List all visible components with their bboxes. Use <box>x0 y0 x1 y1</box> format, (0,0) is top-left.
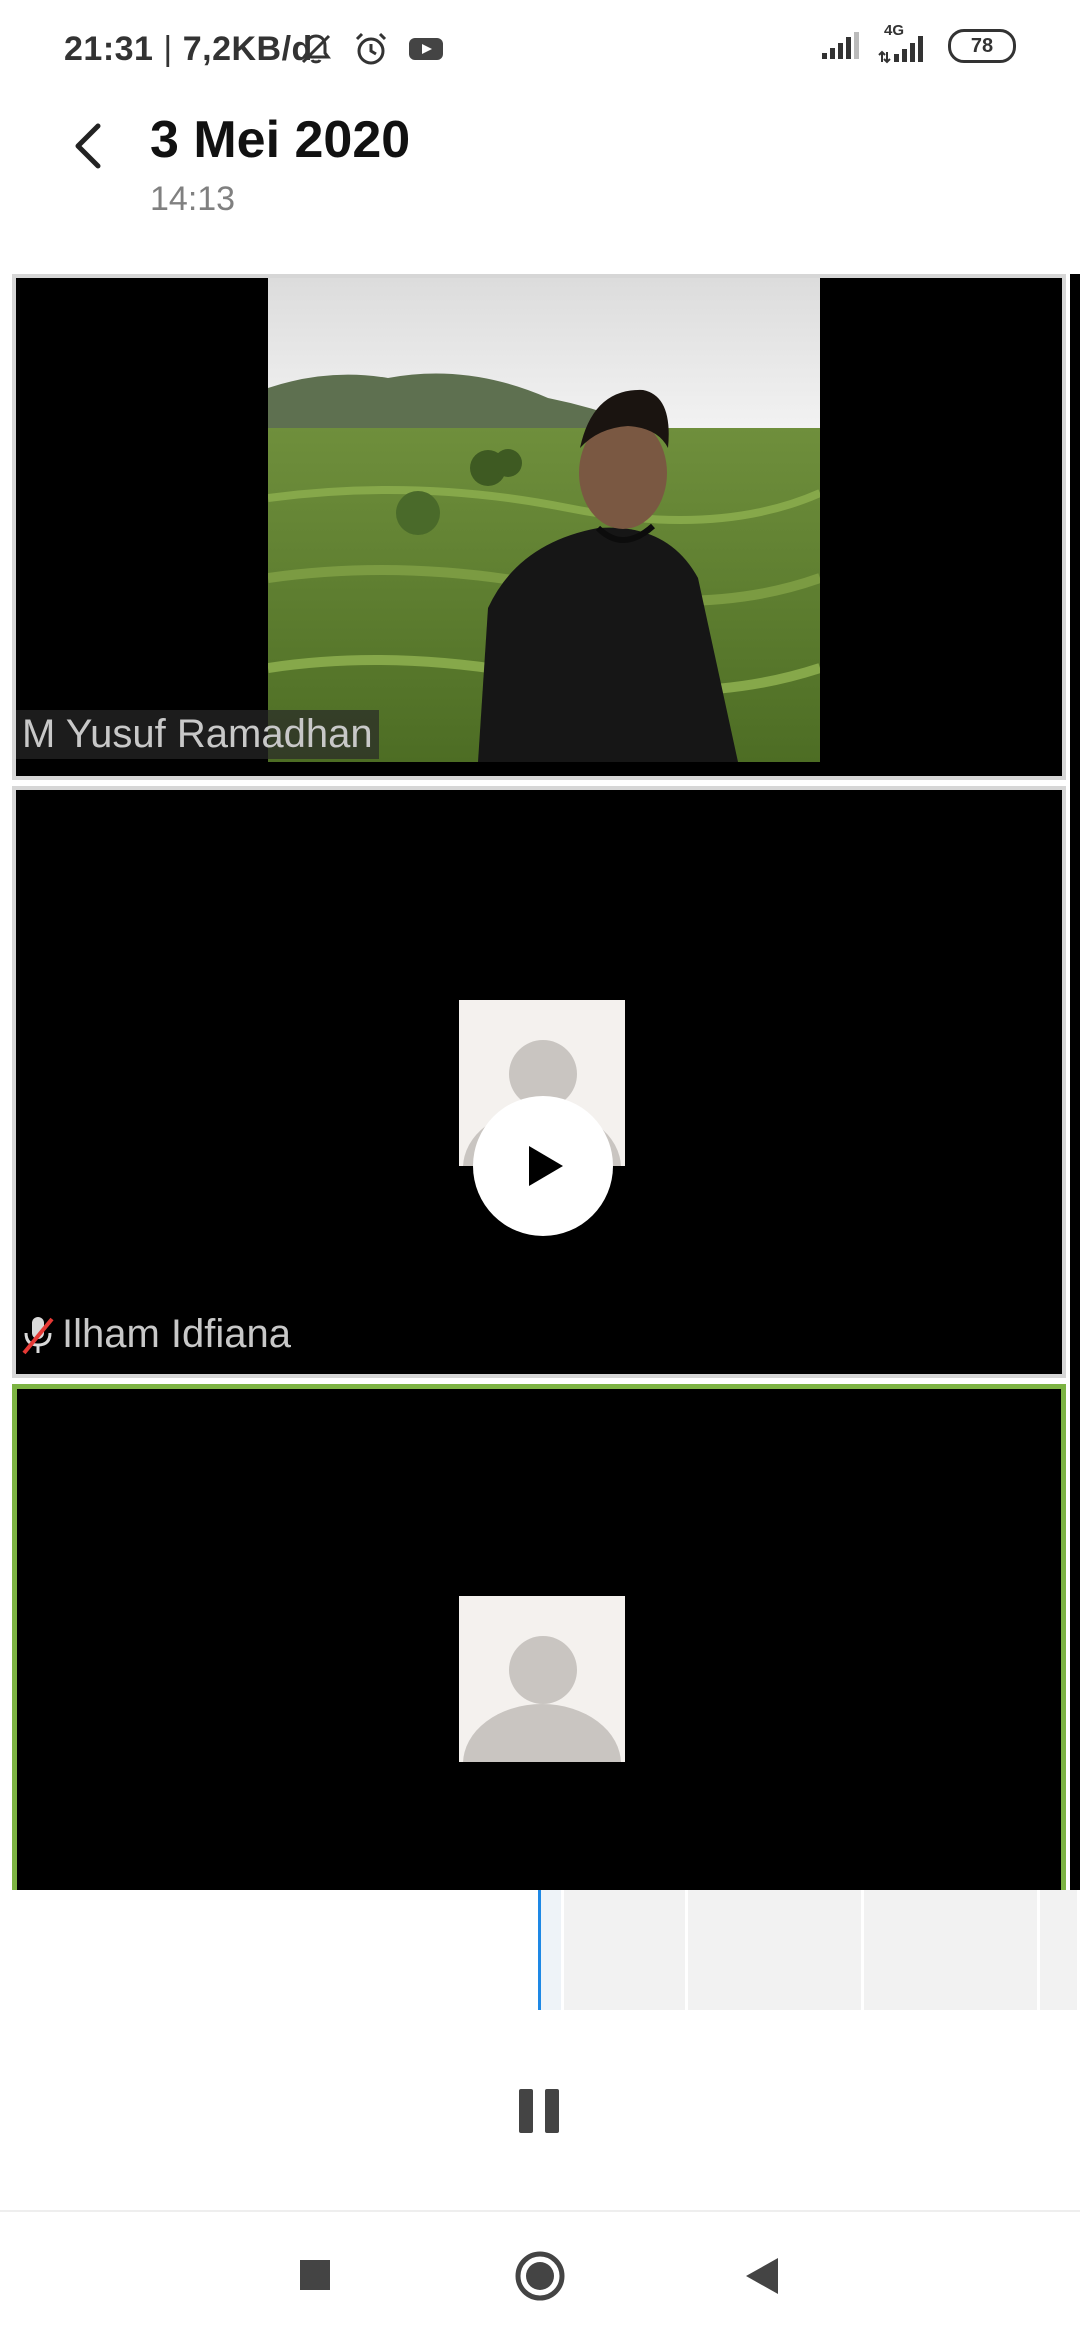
timeline-frame <box>688 1890 864 2010</box>
participant-video-photo <box>268 278 820 762</box>
play-button[interactable] <box>473 1096 613 1236</box>
back-arrow-icon[interactable] <box>60 116 120 176</box>
video-player[interactable]: M Yusuf Ramadhan Ilham Idfiana <box>0 274 1080 1904</box>
pause-icon-bar <box>545 2089 559 2133</box>
signal-icon <box>822 32 859 59</box>
battery-level: 78 <box>970 34 994 57</box>
muted-mic-icon <box>22 1316 54 1354</box>
timeline-frames[interactable] <box>540 1890 1080 2010</box>
participant-name-label: M Yusuf Ramadhan <box>16 710 379 759</box>
app-header: 3 Mei 2020 14:13 <box>0 96 1080 274</box>
avatar-head <box>509 1636 577 1704</box>
timeline-frame <box>864 1890 1040 2010</box>
status-bar: 21:31 | 7,2KB/d 4G 78 <box>0 0 1080 96</box>
alarm-icon <box>355 32 387 65</box>
page-subtitle-time: 14:13 <box>150 180 236 218</box>
signal-4g-icon: 4G <box>878 22 930 64</box>
playback-controls <box>0 2010 1080 2210</box>
participant-name-label: Ilham Idfiana <box>62 1312 292 1356</box>
system-nav-bar <box>0 2210 1080 2342</box>
recents-square-icon[interactable] <box>298 2258 332 2292</box>
avatar-placeholder-icon <box>459 1596 625 1762</box>
video-right-edge <box>1070 274 1080 1890</box>
timeline-frame <box>1040 1890 1080 2010</box>
play-icon <box>529 1146 563 1186</box>
back-triangle-icon[interactable] <box>742 2256 782 2296</box>
pause-icon-bar <box>519 2089 533 2133</box>
participant-name-row: Ilham Idfiana <box>20 1312 291 1357</box>
video-timeline[interactable] <box>0 1890 1080 2010</box>
youtube-icon <box>409 38 443 60</box>
notifications-muted-icon <box>301 34 331 64</box>
battery-icon: 78 <box>948 29 1016 63</box>
timeline-frame <box>540 1890 564 2010</box>
home-circle-icon[interactable] <box>514 2250 566 2302</box>
participant-tile: M Yusuf Ramadhan <box>12 274 1066 780</box>
participant-tile: Ilham Idfiana <box>12 786 1066 1378</box>
page-title: 3 Mei 2020 <box>150 111 411 169</box>
status-separator: | <box>163 30 173 68</box>
status-data-rate: 7,2KB/d <box>182 30 313 68</box>
avatar-body <box>463 1704 621 1762</box>
participant-tile-active <box>12 1384 1066 1904</box>
pause-button[interactable] <box>519 2089 561 2133</box>
timeline-playhead[interactable] <box>538 1890 541 2010</box>
status-time: 21:31 | 7,2KB/d <box>64 30 313 68</box>
timeline-frame <box>564 1890 688 2010</box>
